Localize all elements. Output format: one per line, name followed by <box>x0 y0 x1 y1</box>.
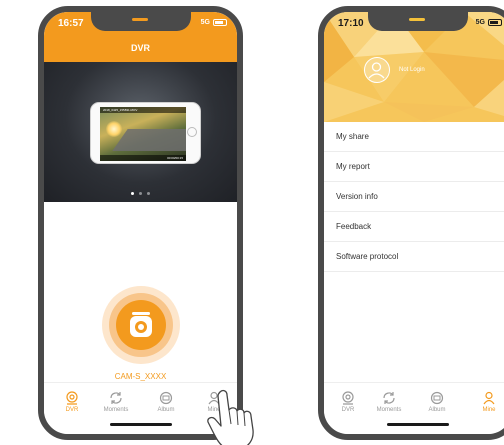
menu-item-version-info[interactable]: Version info <box>324 182 504 212</box>
login-link[interactable]: Not Login <box>399 67 425 73</box>
device-name: CAM-S_XXXX <box>114 372 167 381</box>
mini-video-time: 00:00/00:15 <box>100 155 186 161</box>
tab-moments[interactable]: Moments <box>369 391 409 413</box>
tab-dvr[interactable]: DVR <box>52 391 92 413</box>
home-indicator <box>387 423 449 426</box>
mini-phone-screen: 2018_0425_155831.MOV 00:00/00:15 <box>100 107 186 161</box>
battery-icon <box>213 19 227 26</box>
carousel-dot[interactable] <box>131 192 134 195</box>
device-button[interactable] <box>102 286 180 364</box>
tab-label: Album <box>157 407 175 413</box>
network-label: 5G <box>200 19 210 26</box>
phone-notch <box>90 12 191 31</box>
page-title: DVR <box>130 43 150 53</box>
dashcam-icon <box>130 312 152 337</box>
menu-item-my-report[interactable]: My report <box>324 152 504 182</box>
phone-frame-dvr: 16:57 5G DVR 2018_0425_155831.MOV 00:00/… <box>38 6 243 440</box>
carousel-dots[interactable] <box>44 192 237 195</box>
dvr-icon <box>328 391 368 405</box>
menu-item-my-share[interactable]: My share <box>324 122 504 152</box>
tab-bar: DVR Moments Album Mine <box>324 382 504 434</box>
tab-label: Album <box>428 407 446 413</box>
tab-dvr[interactable]: DVR <box>328 391 368 413</box>
promo-banner[interactable]: 2018_0425_155831.MOV 00:00/00:15 <box>44 62 237 202</box>
tab-album[interactable]: Album <box>417 391 457 413</box>
mini-phone-illustration: 2018_0425_155831.MOV 00:00/00:15 <box>90 102 201 164</box>
avatar[interactable] <box>364 57 390 83</box>
tab-label: DVR <box>341 407 355 413</box>
tab-label: Moments <box>376 407 402 413</box>
tab-album[interactable]: Album <box>146 391 186 413</box>
status-time: 16:57 <box>58 18 84 29</box>
network-label: 5G <box>475 19 485 26</box>
moments-icon <box>96 391 136 405</box>
tab-moments[interactable]: Moments <box>96 391 136 413</box>
battery-icon <box>488 19 502 26</box>
tab-mine[interactable]: Mine <box>469 391 504 413</box>
menu-item-feedback[interactable]: Feedback <box>324 212 504 242</box>
album-icon <box>146 391 186 405</box>
phone-notch <box>368 12 468 31</box>
user-icon <box>368 62 385 79</box>
pointing-hand-icon <box>207 389 254 445</box>
moments-icon <box>369 391 409 405</box>
mine-icon <box>469 391 504 405</box>
status-time: 17:10 <box>338 18 364 29</box>
tab-label: Mine <box>482 407 496 413</box>
album-icon <box>417 391 457 405</box>
carousel-dot[interactable] <box>147 192 150 195</box>
tab-label: DVR <box>65 407 79 413</box>
home-indicator <box>109 423 172 426</box>
menu-item-software-protocol[interactable]: Software protocol <box>324 242 504 272</box>
mini-video-label: 2018_0425_155831.MOV <box>100 107 186 113</box>
tab-label: Moments <box>103 407 129 413</box>
settings-menu: My share My report Version info Feedback Sof… <box>324 122 504 272</box>
phone-frame-mine: 17:10 5G Not Login My share My report Vers… <box>318 6 504 440</box>
carousel-dot[interactable] <box>139 192 142 195</box>
mini-home-button <box>187 127 197 137</box>
dvr-icon <box>52 391 92 405</box>
